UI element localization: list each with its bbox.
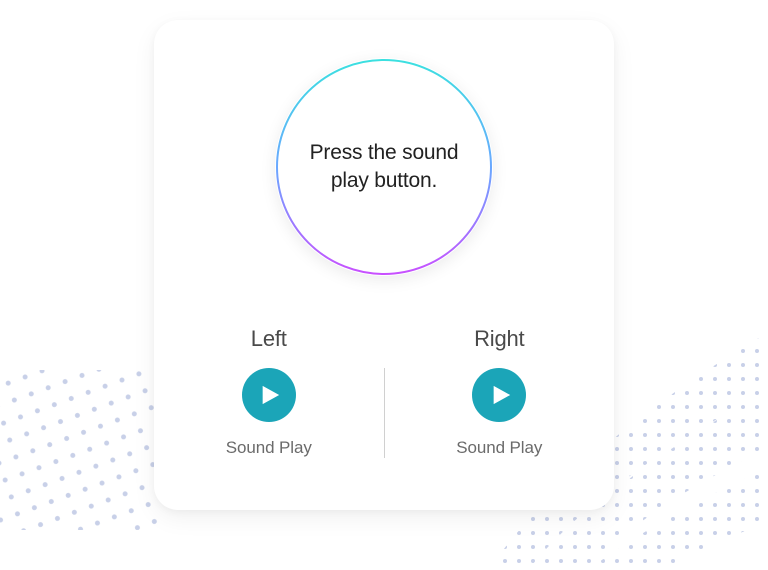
play-icon xyxy=(490,384,512,406)
left-channel-label: Left xyxy=(251,326,287,352)
hero-message: Press the sound play button. xyxy=(275,139,493,196)
decorative-dots-left xyxy=(0,370,160,530)
right-play-button[interactable] xyxy=(472,368,526,422)
sound-test-card: Press the sound play button. Left Sound … xyxy=(154,20,614,510)
right-channel-label: Right xyxy=(474,326,524,352)
left-play-button[interactable] xyxy=(242,368,296,422)
right-sound-play-label: Sound Play xyxy=(456,438,542,458)
right-channel: Right Sound Play xyxy=(385,326,615,458)
left-channel: Left Sound Play xyxy=(154,326,384,458)
hero-circle: Press the sound play button. xyxy=(275,58,493,276)
left-sound-play-label: Sound Play xyxy=(226,438,312,458)
sound-controls: Left Sound Play Right Sound Play xyxy=(154,326,614,458)
play-icon xyxy=(259,384,281,406)
